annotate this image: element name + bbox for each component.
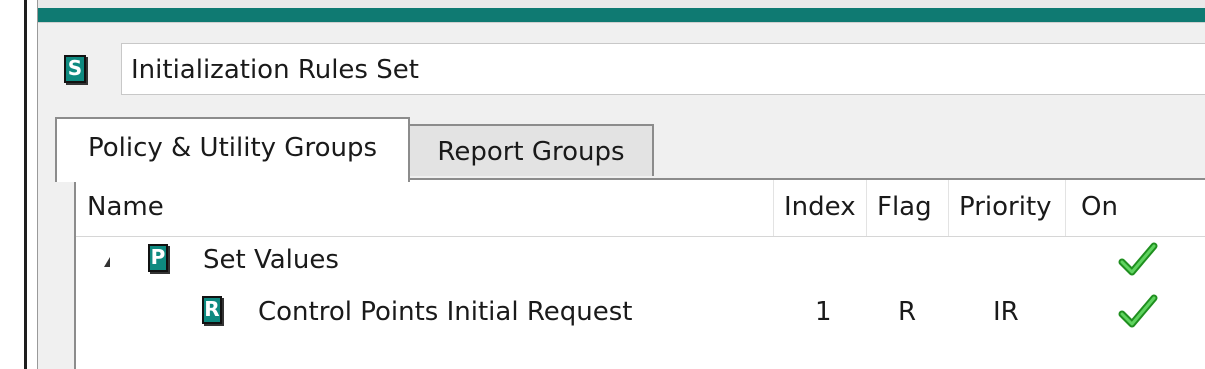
table-row[interactable]: P Set Values (76, 242, 1205, 286)
row-name: Set Values (203, 245, 339, 275)
row-name: Control Points Initial Request (258, 297, 633, 327)
rule-icon: R (202, 296, 222, 324)
enabled-check-icon[interactable] (1118, 242, 1158, 280)
row-index: 1 (815, 297, 832, 327)
column-header-index[interactable]: Index (774, 180, 867, 236)
rule-set-name-field[interactable]: Initialization Rules Set (121, 43, 1205, 95)
column-header-name[interactable]: Name (76, 180, 774, 236)
tab-policy-utility-groups[interactable]: Policy & Utility Groups (55, 117, 410, 182)
expand-collapse-icon[interactable] (104, 257, 110, 267)
left-border-line (24, 0, 27, 369)
policy-group-icon: P (148, 244, 168, 272)
column-header-flag[interactable]: Flag (867, 180, 949, 236)
rule-set-panel: S Initialization Rules Set Policy & Util… (37, 0, 1205, 369)
tab-report-groups[interactable]: Report Groups (408, 124, 654, 176)
row-flag: R (898, 297, 917, 327)
groups-grid: Name Index Flag Priority On P Set Values… (74, 178, 1205, 369)
table-row[interactable]: R Control Points Initial Request 1 R IR (76, 294, 1205, 338)
column-header-on[interactable]: On (1066, 180, 1205, 236)
column-header-priority[interactable]: Priority (949, 180, 1066, 236)
grid-header: Name Index Flag Priority On (76, 180, 1205, 237)
enabled-check-icon[interactable] (1118, 294, 1158, 332)
row-priority: IR (993, 297, 1019, 327)
rule-set-icon: S (64, 55, 86, 83)
header-bar (38, 0, 1205, 23)
